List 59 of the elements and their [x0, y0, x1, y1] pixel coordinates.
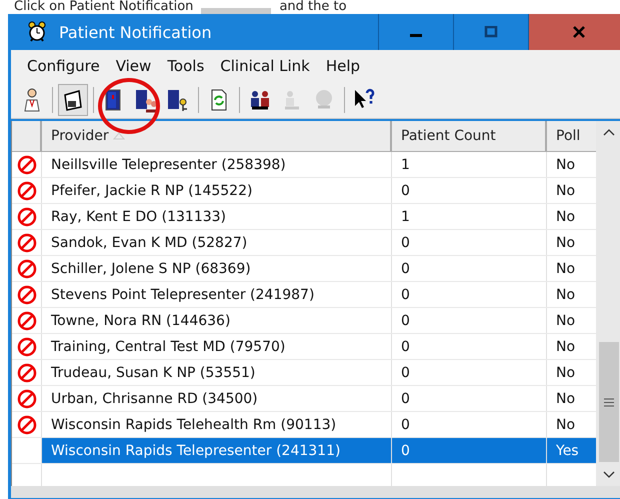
menu-item[interactable]: Configure	[19, 57, 108, 75]
table-cell: Wisconsin Rapids Telehealth Rm (90113)	[51, 416, 336, 432]
table-cell: 0	[401, 312, 410, 328]
table-cell: 1	[401, 156, 410, 172]
toolbar-button[interactable]	[58, 84, 88, 116]
caption-image	[201, 8, 272, 14]
table-cell: 0	[401, 234, 410, 250]
table-cell: Wisconsin Rapids Telepresenter (241311)	[51, 442, 340, 458]
maximize-icon	[484, 26, 498, 38]
table-cell: No	[556, 156, 576, 172]
table-cell: No	[556, 260, 576, 276]
scroll-thumb[interactable]	[598, 342, 618, 462]
table-cell: No	[556, 416, 576, 432]
table-cell: 0	[401, 364, 410, 380]
table-cell: Towne, Nora RN (144636)	[51, 312, 230, 328]
table-cell: Schiller, Jolene S NP (68369)	[51, 260, 251, 276]
table-cell: Urban, Chrisanne RD (34500)	[51, 390, 258, 406]
table-cell: No	[556, 312, 576, 328]
grip-icon	[604, 398, 614, 406]
table-cell: No	[556, 364, 576, 380]
table-cell: 0	[401, 260, 410, 276]
table-cell: Sandok, Evan K MD (52827)	[51, 234, 248, 250]
scroll-down-icon[interactable]	[602, 470, 616, 480]
table-cell: Ray, Kent E DO (131133)	[51, 208, 226, 224]
alarm-clock-icon	[27, 21, 47, 43]
window-title: Patient Notification	[59, 22, 212, 42]
table-cell: Pfeifer, Jackie R NP (145522)	[51, 182, 252, 198]
table-cell: 0	[401, 182, 410, 198]
table-cell: Stevens Point Telepresenter (241987)	[51, 286, 314, 302]
table-cell: No	[556, 182, 576, 198]
table-cell: 0	[401, 286, 410, 302]
table-cell: 0	[401, 416, 410, 432]
table-cell: 0	[401, 338, 410, 354]
vertical-scrollbar[interactable]	[596, 121, 620, 486]
table-cell: Training, Central Test MD (79570)	[51, 338, 286, 354]
sort-ascending-icon	[112, 132, 125, 140]
table-cell: Neillsville Telepresenter (258398)	[51, 156, 286, 172]
table-cell: 1	[401, 208, 410, 224]
close-icon	[572, 25, 586, 39]
column-header[interactable]: Provider	[42, 121, 392, 151]
menu-item[interactable]: Clinical Link	[212, 57, 318, 75]
menu-item[interactable]: View	[108, 57, 160, 75]
caption-text: and the to	[279, 0, 347, 14]
table-cell: Yes	[556, 442, 579, 458]
menu-item[interactable]: Help	[318, 57, 368, 75]
minimize-icon	[410, 34, 422, 36]
table-cell: 0	[401, 390, 410, 406]
table-cell: Trudeau, Susan K NP (53551)	[51, 364, 256, 380]
table-cell: No	[556, 286, 576, 302]
menu-item[interactable]: Tools	[159, 57, 212, 75]
table-cell: No	[556, 390, 576, 406]
horizontal-scrollbar[interactable]	[11, 486, 620, 498]
table-cell: No	[556, 208, 576, 224]
table-cell: No	[556, 338, 576, 354]
scroll-up-icon[interactable]	[602, 127, 616, 137]
table-cell: 0	[401, 442, 410, 458]
table-cell: No	[556, 234, 576, 250]
column-header[interactable]: Patient Count	[392, 121, 547, 151]
caption-text: Click on Patient Notification	[14, 0, 194, 14]
